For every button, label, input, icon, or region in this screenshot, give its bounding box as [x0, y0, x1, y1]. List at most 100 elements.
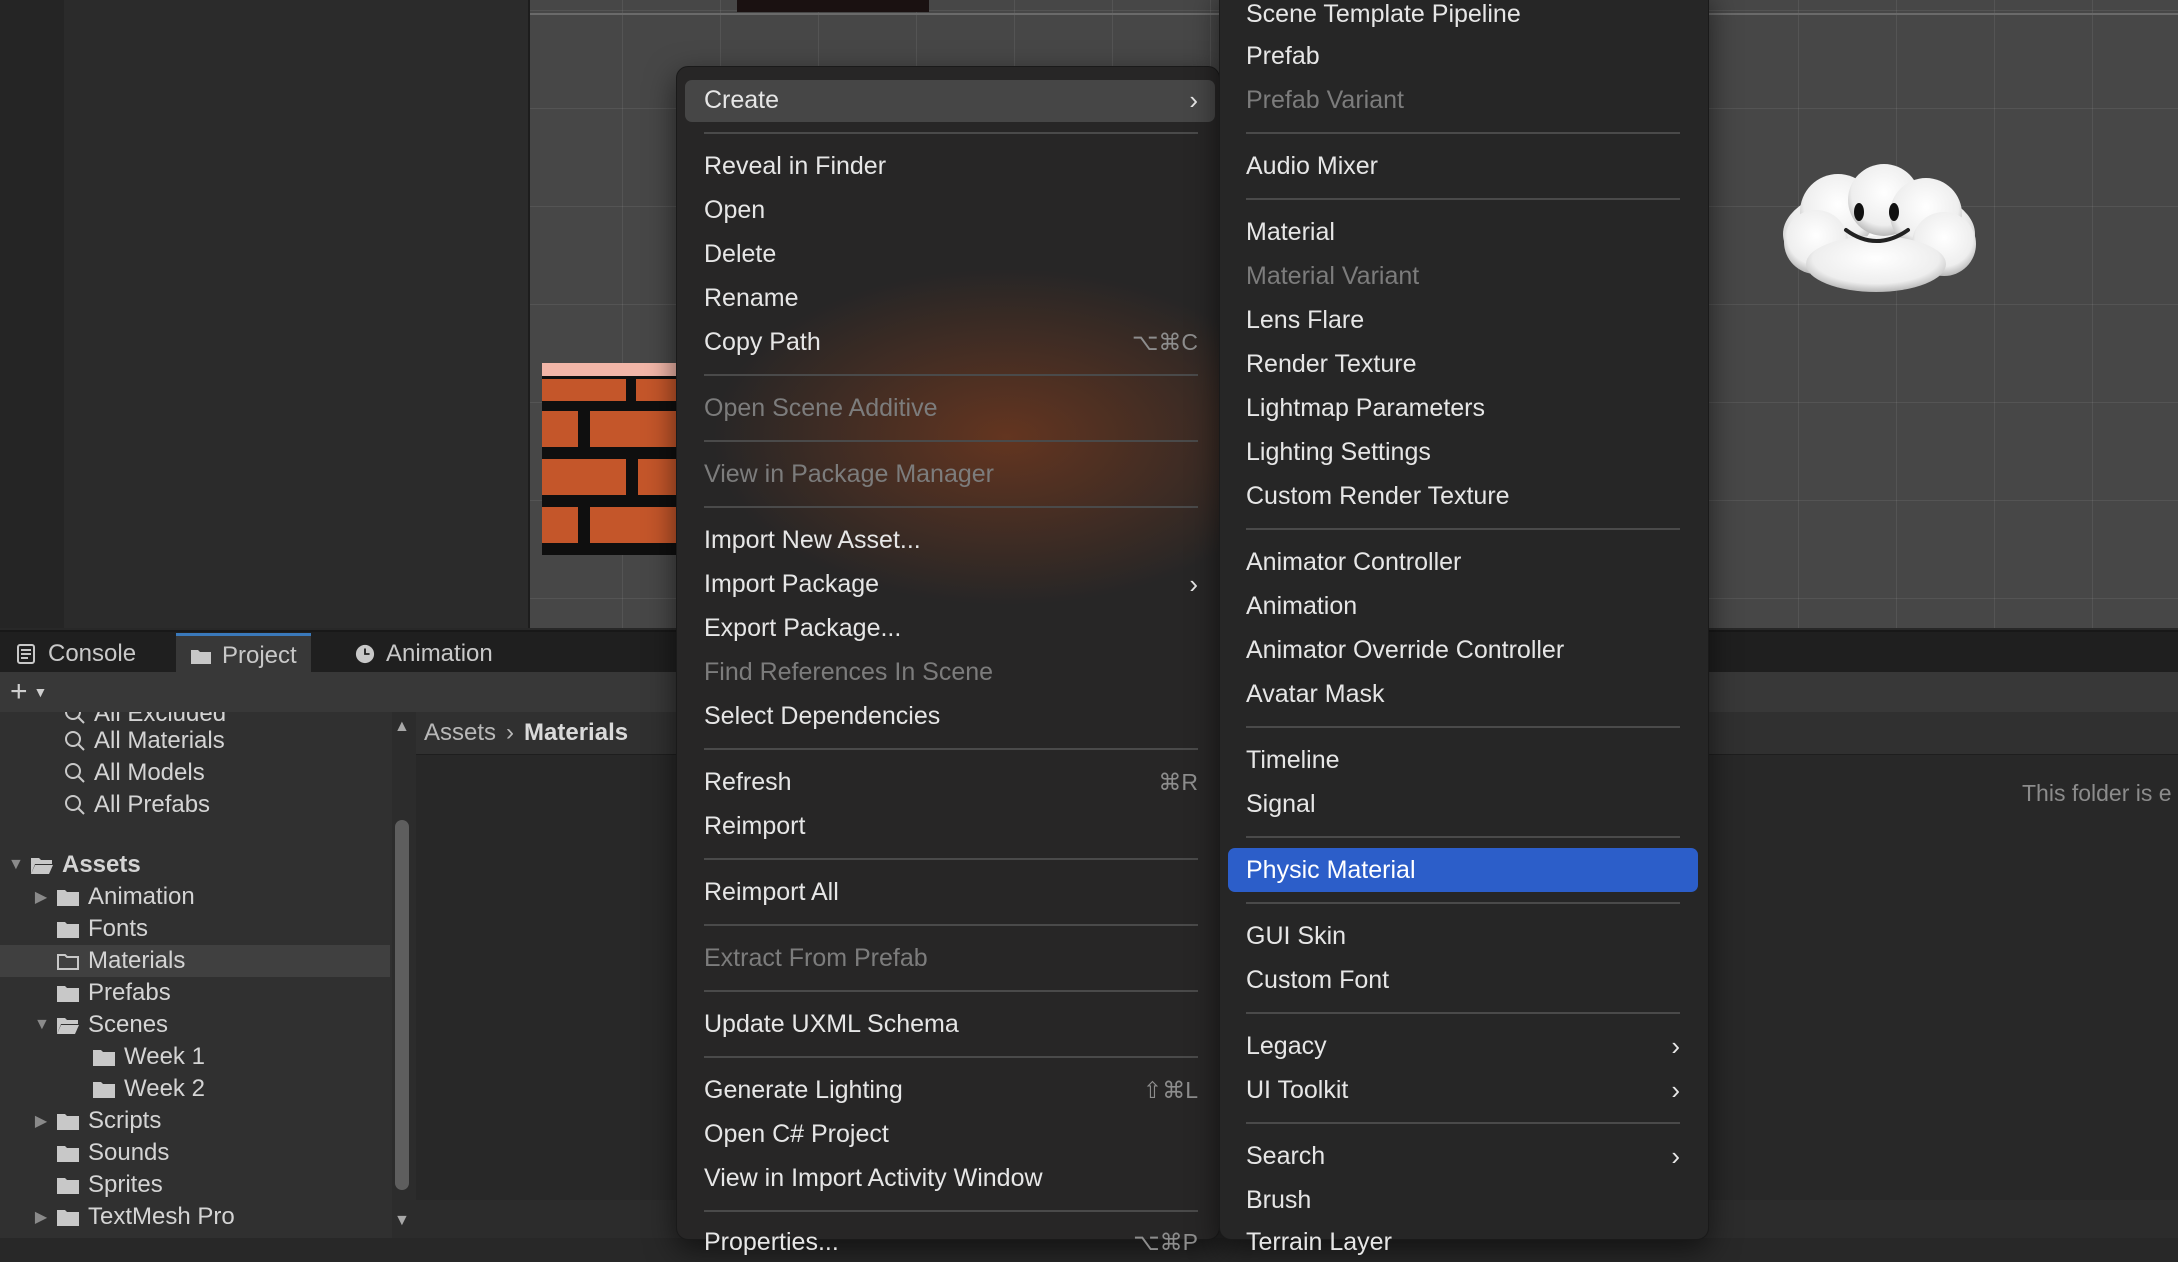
menu-item-copy-path[interactable]: Copy Path ⌥⌘C — [704, 322, 1198, 362]
tree-item-prefabs[interactable]: Prefabs — [56, 977, 171, 1009]
expand-arrow-icon[interactable]: ▼ — [8, 856, 24, 874]
tree-item-fonts[interactable]: Fonts — [56, 913, 148, 945]
tree-item-week-1[interactable]: Week 1 — [92, 1041, 205, 1073]
menu-item-open-csharp-project[interactable]: Open C# Project — [704, 1114, 1198, 1154]
breadcrumb-assets[interactable]: Assets — [424, 719, 496, 747]
expand-arrow-icon[interactable]: ▶ — [34, 1111, 48, 1131]
menu-label: Avatar Mask — [1246, 679, 1385, 708]
submenu-item-custom-render-texture[interactable]: Custom Render Texture — [1246, 476, 1680, 516]
submenu-item-custom-font[interactable]: Custom Font — [1246, 960, 1680, 1000]
menu-item-delete[interactable]: Delete — [704, 234, 1198, 274]
menu-label: Animator Override Controller — [1246, 635, 1565, 664]
tab-animation[interactable]: Animation — [340, 636, 507, 672]
tree-item-scripts[interactable]: ▶ Scripts — [34, 1105, 162, 1137]
menu-item-create[interactable]: Create › — [704, 80, 1198, 120]
chevron-right-icon: › — [1189, 84, 1198, 115]
submenu-item-animator-override-controller[interactable]: Animator Override Controller — [1246, 630, 1680, 670]
submenu-item-physic-material[interactable]: Physic Material — [1246, 850, 1680, 890]
shortcut-label: ⌥⌘P — [1133, 1228, 1198, 1255]
submenu-item-legacy[interactable]: Legacy › — [1246, 1026, 1680, 1066]
submenu-item-animation[interactable]: Animation — [1246, 586, 1680, 626]
menu-separator — [704, 748, 1198, 750]
submenu-item-scene-template-pipeline[interactable]: Scene Template Pipeline — [1246, 0, 1680, 34]
tree-item-all-models[interactable]: All Models — [64, 757, 205, 789]
submenu-item-prefab[interactable]: Prefab — [1246, 36, 1680, 76]
tree-item-all-prefabs[interactable]: All Prefabs — [64, 789, 210, 821]
expand-arrow-icon[interactable]: ▼ — [34, 1016, 50, 1034]
tree-item-label: All Materials — [94, 727, 225, 754]
tab-project[interactable]: Project — [176, 633, 311, 676]
menu-item-refresh[interactable]: Refresh ⌘R — [704, 762, 1198, 802]
expand-arrow-icon[interactable]: ▶ — [34, 1207, 48, 1227]
submenu-item-animator-controller[interactable]: Animator Controller — [1246, 542, 1680, 582]
menu-separator — [1246, 902, 1680, 904]
tree-item-sounds[interactable]: Sounds — [56, 1137, 169, 1169]
menu-item-open[interactable]: Open — [704, 190, 1198, 230]
menu-item-reimport-all[interactable]: Reimport All — [704, 872, 1198, 912]
search-icon — [65, 763, 85, 783]
menu-label: GUI Skin — [1246, 921, 1347, 950]
menu-item-open-scene-additive: Open Scene Additive — [704, 388, 1198, 428]
chevron-right-icon: › — [1189, 568, 1198, 599]
tree-item-label: Week 2 — [124, 1075, 205, 1102]
chevron-right-icon: › — [1671, 1074, 1680, 1105]
submenu-item-render-texture[interactable]: Render Texture — [1246, 344, 1680, 384]
submenu-item-audio-mixer[interactable]: Audio Mixer — [1246, 146, 1680, 186]
menu-item-generate-lighting[interactable]: Generate Lighting ⇧⌘L — [704, 1070, 1198, 1110]
menu-item-select-dependencies[interactable]: Select Dependencies — [704, 696, 1198, 736]
cloud-sprite[interactable] — [1776, 160, 1982, 296]
add-button[interactable]: + ▼ — [10, 675, 47, 708]
tree-item-materials[interactable]: Materials — [0, 945, 390, 977]
menu-item-view-in-import-activity[interactable]: View in Import Activity Window — [704, 1158, 1198, 1198]
menu-label: View in Package Manager — [704, 459, 994, 488]
submenu-item-signal[interactable]: Signal — [1246, 784, 1680, 824]
submenu-item-ui-toolkit[interactable]: UI Toolkit › — [1246, 1070, 1680, 1110]
submenu-item-brush[interactable]: Brush — [1246, 1180, 1680, 1220]
breadcrumb-current[interactable]: Materials — [524, 719, 628, 747]
menu-item-update-uxml-schema[interactable]: Update UXML Schema — [704, 1004, 1198, 1044]
menu-label: Open C# Project — [704, 1119, 889, 1148]
search-icon — [65, 731, 85, 751]
tree-item-textmesh-pro[interactable]: ▶ TextMesh Pro — [34, 1201, 235, 1233]
menu-separator — [704, 1210, 1198, 1212]
menu-separator — [704, 1056, 1198, 1058]
tree-scroll-thumb[interactable] — [395, 820, 409, 1190]
submenu-item-search[interactable]: Search › — [1246, 1136, 1680, 1176]
tree-item-scenes[interactable]: ▼ Scenes — [34, 1009, 168, 1041]
tree-item-assets[interactable]: ▼ Assets — [8, 849, 141, 881]
submenu-item-timeline[interactable]: Timeline — [1246, 740, 1680, 780]
tree-item-week-2[interactable]: Week 2 — [92, 1073, 205, 1105]
menu-separator — [704, 440, 1198, 442]
scroll-down-icon[interactable]: ▼ — [394, 1212, 410, 1230]
submenu-item-terrain-layer[interactable]: Terrain Layer — [1246, 1222, 1680, 1262]
menu-item-rename[interactable]: Rename — [704, 278, 1198, 318]
submenu-item-avatar-mask[interactable]: Avatar Mask — [1246, 674, 1680, 714]
menu-item-reveal-in-finder[interactable]: Reveal in Finder — [704, 146, 1198, 186]
menu-label: Prefab — [1246, 41, 1320, 70]
menu-label: Custom Font — [1246, 965, 1390, 994]
submenu-item-lighting-settings[interactable]: Lighting Settings — [1246, 432, 1680, 472]
expand-arrow-icon[interactable]: ▶ — [34, 887, 48, 907]
submenu-item-lightmap-parameters[interactable]: Lightmap Parameters — [1246, 388, 1680, 428]
menu-label: Export Package... — [704, 613, 902, 642]
tree-item-all-materials[interactable]: All Materials — [64, 725, 225, 757]
scroll-up-icon[interactable]: ▲ — [394, 718, 410, 736]
submenu-item-material-variant: Material Variant — [1246, 256, 1680, 296]
menu-separator — [1246, 198, 1680, 200]
menu-label: Timeline — [1246, 745, 1340, 774]
submenu-item-lens-flare[interactable]: Lens Flare — [1246, 300, 1680, 340]
menu-item-reimport[interactable]: Reimport — [704, 806, 1198, 846]
brick-sprite[interactable] — [542, 363, 676, 555]
submenu-item-prefab-variant: Prefab Variant — [1246, 80, 1680, 120]
project-tree: All Excluded All Materials All Models Al… — [0, 712, 392, 1238]
submenu-item-material[interactable]: Material — [1246, 212, 1680, 252]
menu-item-properties[interactable]: Properties... ⌥⌘P — [704, 1222, 1198, 1262]
menu-item-export-package[interactable]: Export Package... — [704, 608, 1198, 648]
scene-sprite[interactable] — [737, 0, 929, 12]
menu-item-import-new-asset[interactable]: Import New Asset... — [704, 520, 1198, 560]
tree-item-animation[interactable]: ▶ Animation — [34, 881, 195, 913]
menu-item-import-package[interactable]: Import Package › — [704, 564, 1198, 604]
submenu-item-gui-skin[interactable]: GUI Skin — [1246, 916, 1680, 956]
tab-console[interactable]: Console — [2, 636, 150, 672]
tree-item-sprites[interactable]: Sprites — [56, 1169, 163, 1201]
